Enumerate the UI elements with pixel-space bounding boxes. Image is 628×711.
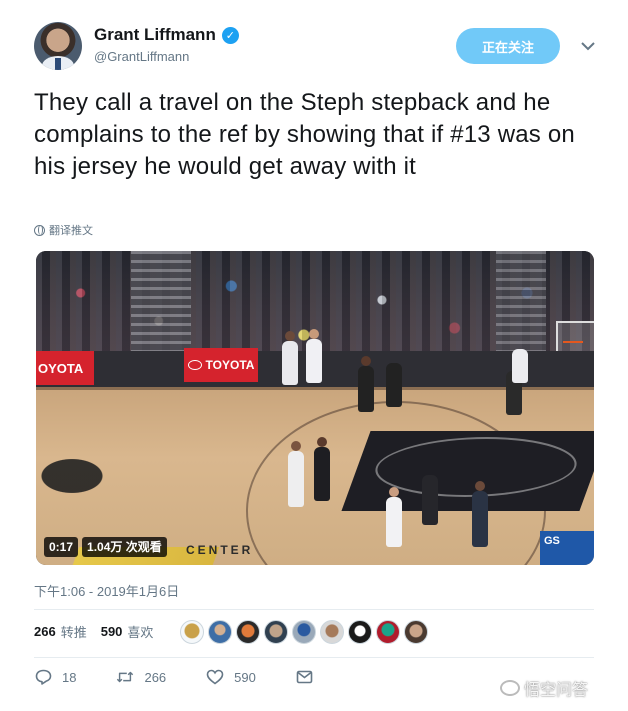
retweet-count[interactable]: 266 xyxy=(34,624,56,639)
author-name-block[interactable]: Grant Liffmann ✓ @GrantLiffmann xyxy=(94,25,239,64)
video-view-count: 1.04万 次观看 xyxy=(82,537,167,557)
like-count[interactable]: 590 xyxy=(101,624,123,639)
player xyxy=(282,341,298,385)
toyota-logo-icon xyxy=(187,360,202,370)
court-logo xyxy=(36,446,126,506)
wukong-logo-icon xyxy=(500,680,520,696)
liker-avatar[interactable] xyxy=(404,620,428,644)
divider xyxy=(34,609,594,610)
like-label[interactable]: 喜欢 xyxy=(127,622,153,641)
envelope-icon xyxy=(296,668,314,686)
tweet-text: They call a travel on the Steph stepback… xyxy=(34,89,575,180)
author-display-name-text[interactable]: Grant Liffmann xyxy=(94,25,216,45)
ad-sign-left: OYOTA xyxy=(36,351,94,385)
avatar-tie xyxy=(55,58,61,70)
liker-avatar[interactable] xyxy=(208,620,232,644)
liker-avatar[interactable] xyxy=(180,620,204,644)
tweet-header: Grant Liffmann ✓ @GrantLiffmann 正在关注 xyxy=(34,22,604,72)
video-badges: 0:17 1.04万 次观看 xyxy=(44,537,167,557)
translate-label[interactable]: 翻译推文 xyxy=(49,222,93,238)
ad-sign-middle: TOYOTA xyxy=(184,348,258,382)
liker-avatar[interactable] xyxy=(292,620,316,644)
liker-avatar[interactable] xyxy=(376,620,400,644)
player-head xyxy=(389,487,399,497)
referee xyxy=(472,491,488,547)
player xyxy=(358,366,374,412)
heart-icon xyxy=(206,668,224,686)
author-handle[interactable]: @GrantLiffmann xyxy=(94,49,239,64)
liker-avatar[interactable] xyxy=(320,620,344,644)
player xyxy=(386,497,402,547)
video-player[interactable]: OYOTA TOYOTA CENTER GS xyxy=(36,251,594,565)
retweet-button[interactable]: 266 xyxy=(116,668,166,686)
player xyxy=(386,363,402,407)
liker-avatar[interactable] xyxy=(236,620,260,644)
player-head xyxy=(475,481,485,491)
arena-stairs-right xyxy=(496,251,546,361)
player-head xyxy=(291,441,301,451)
basketball-rim xyxy=(563,329,583,343)
direct-message-button[interactable] xyxy=(296,668,314,686)
player xyxy=(512,349,528,383)
liker-avatars xyxy=(180,620,428,644)
author-avatar[interactable] xyxy=(34,22,82,70)
globe-icon xyxy=(34,224,45,236)
tweet-actions: 18 266 590 xyxy=(34,668,354,686)
like-button[interactable]: 590 xyxy=(206,668,256,686)
liker-avatar[interactable] xyxy=(264,620,288,644)
player xyxy=(422,475,438,525)
reply-icon xyxy=(34,668,52,686)
chevron-down-icon[interactable] xyxy=(578,36,598,56)
retweet-action-count: 266 xyxy=(144,669,167,685)
score-bug: GS xyxy=(540,531,594,565)
player-head xyxy=(285,331,295,341)
liker-avatar[interactable] xyxy=(348,620,372,644)
like-action-count: 590 xyxy=(234,669,256,685)
player-head xyxy=(361,356,371,366)
follow-button[interactable]: 正在关注 xyxy=(456,28,560,64)
player-head xyxy=(317,437,327,447)
court-sign-center: CENTER xyxy=(186,543,254,557)
translate-tweet-link[interactable]: 翻译推文 xyxy=(34,222,93,238)
watermark-text: 悟空问答 xyxy=(524,682,589,699)
video-duration: 0:17 xyxy=(44,537,79,557)
player xyxy=(314,447,330,501)
player-head xyxy=(309,329,319,339)
retweet-icon xyxy=(116,668,134,686)
author-display-name[interactable]: Grant Liffmann ✓ xyxy=(94,25,239,45)
tweet-timestamp[interactable]: 下午1:06 - 2019年1月6日 xyxy=(34,581,179,600)
divider xyxy=(34,657,594,658)
retweet-label[interactable]: 转推 xyxy=(61,622,87,641)
player xyxy=(288,451,304,507)
player xyxy=(306,339,322,383)
reply-count: 18 xyxy=(62,669,77,685)
reply-button[interactable]: 18 xyxy=(34,668,76,686)
ad-sign-middle-text: TOYOTA xyxy=(205,358,255,372)
watermark: 悟空问答 xyxy=(500,676,588,700)
tweet-stats: 266 转推 590 喜欢 xyxy=(34,622,167,641)
verified-icon: ✓ xyxy=(221,26,239,44)
